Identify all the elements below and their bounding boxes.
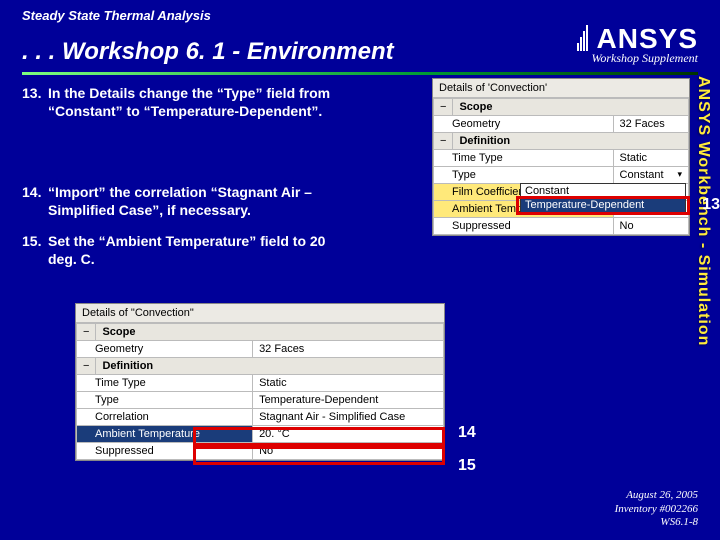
brand-block: ANSYS Workshop Supplement <box>577 25 698 66</box>
pretitle: Steady State Thermal Analysis <box>22 8 698 23</box>
timetype-value-b[interactable]: Static <box>253 375 444 392</box>
step-13-num: 13. <box>22 85 48 103</box>
suppressed-value[interactable]: No <box>613 218 688 235</box>
collapse-icon[interactable]: − <box>434 133 453 150</box>
type-value-b[interactable]: Temperature-Dependent <box>253 392 444 409</box>
scope-header-b: Scope <box>96 324 444 341</box>
panel-a-title: Details of 'Convection' <box>433 79 689 98</box>
step-14-body: “Import” the correlation “Stagnant Air –… <box>48 184 348 219</box>
timetype-label: Time Type <box>434 150 614 167</box>
definition-header: Definition <box>453 133 689 150</box>
type-value[interactable]: Constant ▾ <box>613 167 688 184</box>
type-label-b: Type <box>77 392 253 409</box>
page-title: . . . Workshop 6. 1 - Environment <box>22 38 394 66</box>
definition-header-b: Definition <box>96 358 444 375</box>
step-14-num: 14. <box>22 184 48 202</box>
callout-14: 14 <box>458 424 476 442</box>
callout-15: 15 <box>458 457 476 475</box>
scope-header: Scope <box>453 99 689 116</box>
footer-date: August 26, 2005 <box>615 489 698 503</box>
correlation-label: Correlation <box>77 409 253 426</box>
geometry-value-b[interactable]: 32 Faces <box>253 341 444 358</box>
step-15: 15.Set the “Ambient Temperature” field t… <box>22 233 372 268</box>
brand-text: ANSYS <box>597 23 698 54</box>
timetype-label-b: Time Type <box>77 375 253 392</box>
panel-b-title: Details of "Convection" <box>76 304 444 323</box>
type-label: Type <box>434 167 614 184</box>
ansys-logo: ANSYS <box>577 25 698 51</box>
step-15-num: 15. <box>22 233 48 251</box>
supplement-label: Workshop Supplement <box>577 51 698 66</box>
collapse-icon[interactable]: − <box>77 324 96 341</box>
footer-inventory: Inventory #002266 <box>615 503 698 517</box>
type-value-text: Constant <box>620 169 664 181</box>
geometry-label-b: Geometry <box>77 341 253 358</box>
timetype-value[interactable]: Static <box>613 150 688 167</box>
highlight-box-13 <box>516 196 690 215</box>
step-13-body: In the Details change the “Type” field f… <box>48 85 348 120</box>
chevron-down-icon[interactable]: ▾ <box>677 169 682 180</box>
footer: August 26, 2005 Inventory #002266 WS6.1-… <box>615 489 698 530</box>
step-15-body: Set the “Ambient Temperature” field to 2… <box>48 233 348 268</box>
highlight-box-15 <box>193 446 445 465</box>
highlight-box-14 <box>193 427 445 446</box>
geometry-label: Geometry <box>434 116 614 133</box>
footer-page: WS6.1-8 <box>615 516 698 530</box>
correlation-value[interactable]: Stagnant Air - Simplified Case <box>253 409 444 426</box>
step-13: 13.In the Details change the “Type” fiel… <box>22 85 372 120</box>
collapse-icon[interactable]: − <box>77 358 96 375</box>
callout-13: 13 <box>702 196 720 214</box>
geometry-value[interactable]: 32 Faces <box>613 116 688 133</box>
suppressed-label: Suppressed <box>434 218 614 235</box>
collapse-icon[interactable]: − <box>434 99 453 116</box>
step-14: 14.“Import” the correlation “Stagnant Ai… <box>22 184 372 219</box>
